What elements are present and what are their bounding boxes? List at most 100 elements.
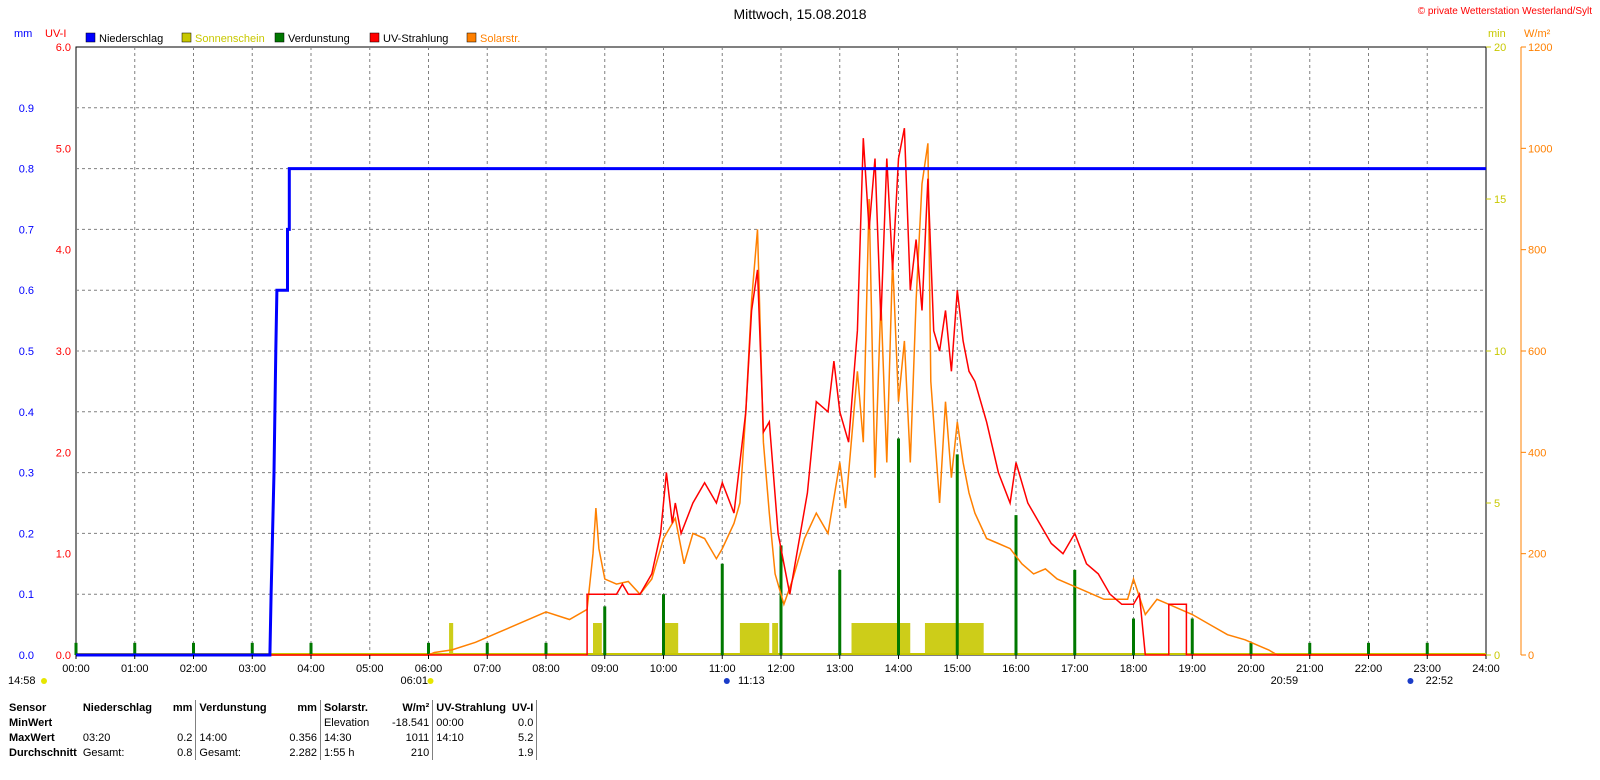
y-min-tick-label: 5 [1494, 498, 1500, 510]
x-tick-label: 22:00 [1355, 663, 1383, 675]
y-mm-tick-label: 0.5 [19, 346, 34, 358]
x-tick-label: 15:00 [943, 663, 971, 675]
x-tick-label: 07:00 [473, 663, 501, 675]
uv-title: UV-Strahlung [436, 701, 506, 714]
niederschlag-avg-label: Gesamt: [82, 746, 125, 759]
x-tick-label: 21:00 [1296, 663, 1324, 675]
y-wm2-tick-label: 400 [1528, 447, 1546, 459]
x-tick-label: 11:00 [709, 663, 736, 675]
sonnenschein-bar [924, 623, 984, 655]
y-mm-tick-label: 0.1 [19, 589, 34, 601]
verdunstung-max-time: 14:00 [199, 731, 227, 744]
sonnenschein-bar [593, 623, 602, 655]
y-min-tick-label: 0 [1494, 650, 1500, 662]
solar-title: Solarstr. [323, 701, 368, 714]
y-wm2-tick-label: 1000 [1528, 143, 1552, 155]
verdunstung-avg-value: 2.282 [286, 745, 321, 760]
y-mm-tick-label: 0.6 [19, 285, 34, 297]
sun-mark-icon [723, 678, 730, 684]
stats-row-label: Sensor [9, 701, 47, 714]
legend-swatch [85, 32, 96, 43]
y-uv-tick-label: 0.0 [56, 650, 71, 662]
niederschlag-avg-value: 0.8 [169, 745, 197, 760]
sonnenschein-bar [851, 623, 911, 655]
legend-label: Sonnenschein [195, 33, 265, 45]
verdunstung-unit: mm [286, 700, 321, 715]
x-tick-label: 08:00 [532, 663, 560, 675]
y-wm2-tick-label: 800 [1528, 245, 1546, 257]
y-mm-tick-label: 0.4 [19, 407, 34, 419]
x-tick-label: 18:00 [1120, 663, 1148, 675]
niederschlag-unit: mm [169, 700, 197, 715]
x-tick-label: 24:00 [1472, 663, 1500, 675]
stats-avg-row: Durchschnitt Gesamt: 0.8 Gesamt: 2.282 1… [6, 745, 538, 760]
axis-unit-mm: mm [14, 28, 32, 40]
solar-avg-label: 1:55 h [323, 746, 355, 759]
stats-max-row: MaxWert 03:20 0.2 14:00 0.356 14:30 1011… [6, 730, 538, 745]
stats-table: Sensor Niederschlag mm Verdunstung mm So… [6, 700, 538, 760]
y-min-tick-label: 20 [1494, 42, 1506, 54]
sun-mark-sunset: 20:59 [1271, 675, 1299, 687]
x-tick-label: 14:00 [885, 663, 913, 675]
axis-unit-min: min [1488, 28, 1506, 40]
x-tick-label: 06:00 [415, 663, 443, 675]
x-tick-label: 02:00 [180, 663, 208, 675]
sun-mark-moon: 22:52 [1426, 675, 1454, 687]
niederschlag-title: Niederschlag [82, 701, 152, 714]
uv-max-time: 14:10 [436, 731, 464, 744]
y-mm-tick-label: 0.9 [19, 103, 34, 115]
y-mm-tick-label: 0.7 [19, 224, 34, 236]
y-uv-tick-label: 5.0 [56, 143, 71, 155]
y-uv-tick-label: 4.0 [56, 245, 71, 257]
y-uv-tick-label: 2.0 [56, 447, 71, 459]
chart-legend: Niederschlag Sonnenschein Verdunstung UV-St… [85, 32, 520, 45]
sun-mark-icon [41, 678, 47, 684]
solar-max-time: 14:30 [323, 731, 352, 744]
y-wm2-tick-label: 600 [1528, 346, 1546, 358]
y-uv-tick-label: 6.0 [56, 42, 71, 54]
x-tick-label: 00:00 [62, 663, 90, 675]
legend-label: Solarstr. [480, 33, 520, 45]
legend-label: Verdunstung [288, 33, 350, 45]
sonnenschein-bar [663, 623, 679, 655]
x-tick-label: 19:00 [1178, 663, 1206, 675]
niederschlag-max-time: 03:20 [82, 731, 111, 744]
legend-swatch [369, 32, 380, 43]
chart-title: Mittwoch, 15.08.2018 [733, 6, 867, 22]
y-mm-tick-label: 0.0 [19, 650, 34, 662]
verdunstung-avg-label: Gesamt: [199, 746, 241, 759]
x-tick-label: 13:00 [826, 663, 854, 675]
y-min-tick-label: 10 [1494, 346, 1506, 358]
sun-mark-sunrise: 06:01 [401, 675, 429, 687]
verdunstung-title: Verdunstung [199, 701, 267, 714]
y-mm-tick-label: 0.8 [19, 164, 34, 176]
y-mm-tick-label: 0.3 [19, 468, 34, 480]
legend-swatch [274, 32, 285, 43]
y-mm-tick-label: 0.2 [19, 528, 34, 540]
verdunstung-series [74, 438, 1429, 655]
solar-max-value: 1011 [388, 730, 434, 745]
legend-label: UV-Strahlung [383, 33, 448, 45]
solar-min-value: -18.541 [388, 715, 434, 730]
sun-mark-icon [1407, 678, 1414, 684]
axis-unit-uv: UV-I [45, 28, 66, 40]
stats-row-label: Durchschnitt [9, 746, 77, 759]
y-uv-tick-label: 1.0 [56, 549, 71, 561]
x-tick-label: 03:00 [238, 663, 266, 675]
uv-avg-value: 1.9 [508, 745, 538, 760]
axis-unit-wm2: W/m² [1524, 28, 1551, 40]
uv-max-value: 5.2 [508, 730, 538, 745]
legend-swatch [466, 32, 477, 43]
solar-avg-value: 210 [388, 745, 434, 760]
sun-mark-icon [427, 678, 434, 684]
x-tick-label: 23:00 [1413, 663, 1441, 675]
y-wm2-tick-label: 0 [1528, 650, 1534, 662]
solar-min-label: Elevation [323, 716, 370, 729]
copyright-label: © private Wetterstation Westerland/Sylt [1417, 6, 1592, 17]
legend-label: Niederschlag [99, 33, 163, 45]
y-wm2-tick-label: 1200 [1528, 42, 1552, 54]
verdunstung-max-value: 0.356 [286, 730, 321, 745]
solar-unit: W/m² [388, 700, 434, 715]
sun-marks: 14:58 06:01 11:13 20:59 22:52 [8, 675, 1453, 687]
stats-min-row: MinWert Elevation -18.541 00:00 0.0 [6, 715, 538, 730]
